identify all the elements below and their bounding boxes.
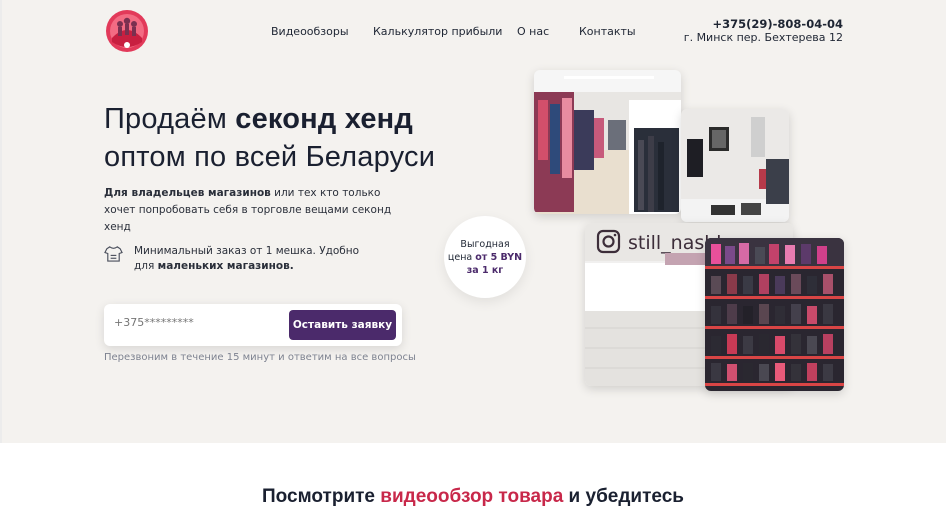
page-title: Продаём секонд хенд оптом по всей Белару… — [104, 100, 435, 176]
shop-aisle-photo — [534, 70, 681, 214]
section-title-start: Посмотрите — [262, 486, 381, 507]
badge-line3-bold: за 1 кг — [466, 265, 504, 276]
subtitle-bold: Для владельцев магазинов — [104, 187, 271, 199]
callback-note: Перезвоним в течение 15 минут и ответим … — [104, 352, 416, 363]
logo[interactable] — [104, 8, 150, 54]
phone-input[interactable] — [114, 316, 284, 329]
title-bold: секонд хенд — [235, 103, 413, 135]
title-line2: оптом по всей Беларуси — [104, 141, 436, 173]
nav-item-about[interactable]: О нас — [517, 25, 549, 38]
badge-line2-regular: цена — [447, 252, 476, 263]
hero-subtitle: Для владельцев магазинов или тех кто тол… — [104, 185, 404, 236]
section-title-end: и убедитесь — [563, 486, 684, 507]
submit-request-button[interactable]: Оставить заявку — [289, 310, 396, 340]
badge-line1: Выгодная — [460, 239, 510, 250]
title-regular: Продаём — [104, 103, 236, 135]
nav-item-contacts[interactable]: Контакты — [579, 25, 636, 38]
callback-form: Оставить заявку — [104, 304, 402, 346]
feature-min-order: Минимальный заказ от 1 мешка. Удобно для… — [104, 244, 374, 274]
nav-item-videos[interactable]: Видеообзоры — [271, 25, 349, 38]
feature-bold: маленьких магазинов. — [157, 260, 294, 272]
shoe-shelves-photo — [705, 238, 844, 391]
header-contact: +375(29)-808-04-04 г. Минск пер. Бехтере… — [683, 18, 844, 45]
badge-line2-bold: от 5 BYN — [475, 252, 523, 263]
header-address: г. Минск пер. Бехтерева 12 — [683, 31, 843, 44]
section-title: Посмотрите видеообзор товара и убедитесь — [0, 484, 946, 510]
tshirt-icon — [104, 246, 123, 262]
price-badge: Выгодная цена от 5 BYN за 1 кг — [444, 216, 526, 298]
nav-item-calculator[interactable]: Калькулятор прибыли — [373, 25, 502, 38]
header-phone[interactable]: +375(29)-808-04-04 — [684, 18, 844, 31]
shop-wall-photo — [681, 109, 789, 222]
section-title-accent: видеообзор товара — [380, 486, 564, 507]
